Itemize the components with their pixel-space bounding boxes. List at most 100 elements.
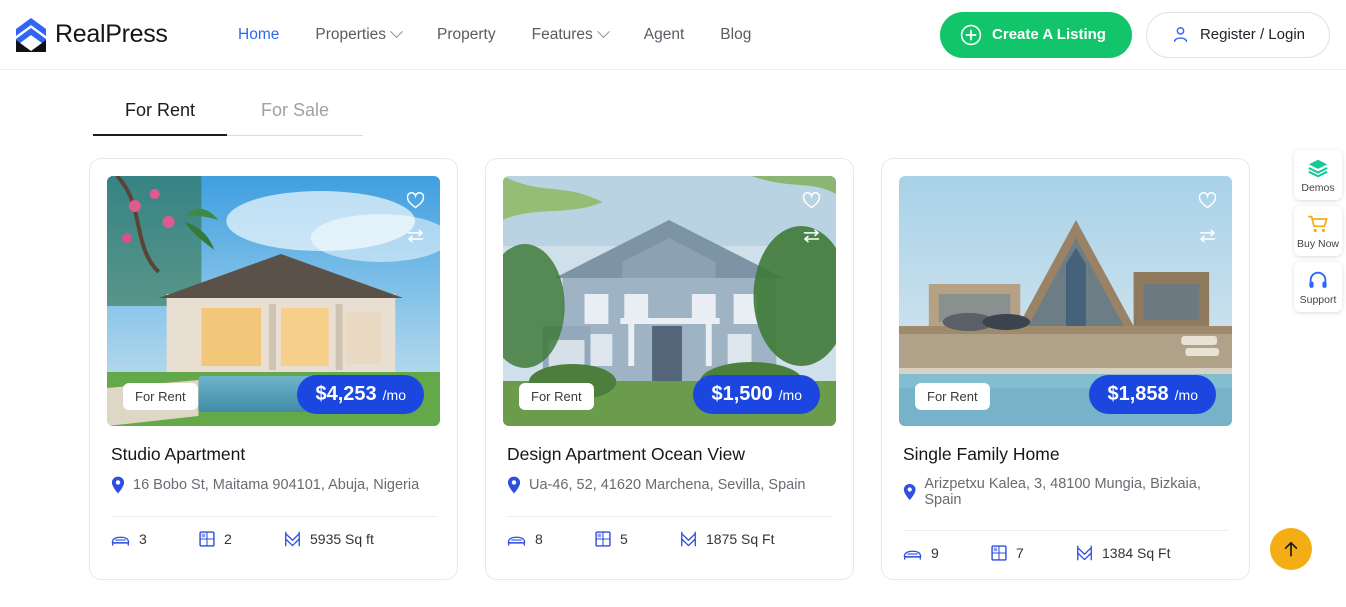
listing-address-text: Arizpetxu Kalea, 3, 48100 Mungia, Bizkai… (924, 476, 1201, 508)
listing-specs: 8 5 1875 Sq Ft (507, 516, 832, 565)
bath-window-icon (595, 531, 611, 547)
brand-logo-link[interactable]: RealPress (14, 16, 224, 54)
listing-image[interactable]: For Rent $1,858 /mo (899, 176, 1232, 426)
price-badge: $1,500 /mo (693, 375, 820, 414)
site-header: RealPress Home Properties Property Featu… (0, 0, 1346, 70)
spec-beds: 8 (507, 531, 595, 547)
compare-arrows-icon[interactable] (405, 225, 426, 246)
listing-card[interactable]: For Rent $1,858 /mo Single Family Home A… (881, 158, 1250, 580)
side-widget-support[interactable]: Support (1294, 262, 1342, 312)
create-listing-button[interactable]: Create A Listing (940, 11, 1132, 58)
spec-area-value: 5935 Sq ft (310, 531, 374, 547)
nav-item-blog[interactable]: Blog (720, 26, 751, 44)
listing-card[interactable]: For Rent $4,253 /mo Studio Apartment 16 … (89, 158, 458, 580)
status-badge: For Rent (519, 383, 594, 410)
listing-type-tabs: For Rent For Sale (93, 100, 363, 136)
area-size-icon (1077, 545, 1092, 561)
listing-body: Design Apartment Ocean View Ua-46, 52, 4… (503, 426, 836, 565)
listing-media-actions (801, 190, 822, 246)
listing-address: Ua-46, 52, 41620 Marchena, Sevilla, Spai… (507, 476, 832, 494)
shopping-cart-icon (1307, 215, 1328, 233)
tab-label: For Sale (260, 100, 330, 120)
spec-baths: 2 (199, 531, 284, 547)
listing-specs: 9 7 1384 Sq Ft (903, 530, 1228, 579)
price-amount: $1,500 (711, 383, 773, 405)
listing-media-actions (405, 190, 426, 246)
price-amount: $1,858 (1107, 383, 1169, 405)
bed-icon (111, 536, 130, 546)
listing-media-actions (1197, 190, 1218, 246)
tab-for-sale[interactable]: For Sale (227, 100, 363, 135)
status-badge: For Rent (915, 383, 990, 410)
nav-label: Properties (315, 25, 387, 43)
side-widget-demos[interactable]: Demos (1294, 150, 1342, 200)
spec-area-value: 1875 Sq Ft (706, 531, 775, 547)
nav-item-properties[interactable]: Properties (315, 25, 403, 44)
area-size-icon (681, 531, 696, 547)
chevron-down-icon (390, 25, 403, 39)
spec-beds-value: 9 (931, 545, 939, 561)
nav-label: Features (531, 25, 593, 43)
tab-for-rent[interactable]: For Rent (93, 100, 227, 136)
spec-area: 1384 Sq Ft (1076, 545, 1171, 561)
side-widget-buy-now[interactable]: Buy Now (1294, 206, 1342, 256)
side-widget-label: Demos (1301, 182, 1335, 194)
heart-icon[interactable] (801, 190, 822, 211)
listing-title[interactable]: Design Apartment Ocean View (507, 444, 832, 465)
spec-beds-value: 8 (535, 531, 543, 547)
price-badge: $4,253 /mo (297, 375, 424, 414)
scroll-to-top-button[interactable] (1270, 528, 1312, 570)
nav-item-property[interactable]: Property (437, 26, 496, 44)
listing-image[interactable]: For Rent $1,500 /mo (503, 176, 836, 426)
spec-baths-value: 5 (620, 531, 628, 547)
price-unit: /mo (778, 387, 802, 403)
listing-image[interactable]: For Rent $4,253 /mo (107, 176, 440, 426)
listing-address-text: Ua-46, 52, 41620 Marchena, Sevilla, Spai… (529, 477, 806, 493)
status-badge: For Rent (123, 383, 198, 410)
map-pin-icon (507, 476, 521, 494)
spec-area: 1875 Sq Ft (680, 531, 775, 547)
area-size-icon (285, 531, 300, 547)
spec-baths: 7 (991, 545, 1076, 561)
nav-label: Blog (720, 25, 752, 43)
user-icon (1173, 27, 1188, 43)
register-login-button[interactable]: Register / Login (1145, 11, 1330, 58)
listing-address: 16 Bobo St, Maitama 904101, Abuja, Niger… (111, 476, 436, 494)
price-unit: /mo (382, 387, 406, 403)
spec-area: 5935 Sq ft (284, 531, 374, 547)
layers-icon (1308, 159, 1328, 178)
listing-body: Single Family Home Arizpetxu Kalea, 3, 4… (899, 426, 1232, 579)
nav-label: Property (437, 25, 496, 43)
heart-icon[interactable] (1197, 190, 1218, 211)
chevron-down-icon (596, 25, 610, 39)
price-unit: /mo (1174, 387, 1198, 403)
listing-card[interactable]: For Rent $1,500 /mo Design Apartment Oce… (485, 158, 854, 580)
listing-card-grid: For Rent $4,253 /mo Studio Apartment 16 … (0, 158, 1346, 580)
compare-arrows-icon[interactable] (1197, 225, 1218, 246)
map-pin-icon (903, 483, 916, 501)
header-actions: Create A Listing Register / Login (940, 11, 1330, 58)
nav-item-features[interactable]: Features (531, 25, 610, 44)
spec-baths-value: 2 (224, 531, 232, 547)
chevron-stack-logo-icon (16, 17, 46, 52)
side-widget-panel: Demos Buy Now Support (1294, 150, 1342, 312)
tab-label: For Rent (124, 100, 196, 120)
spec-baths-value: 7 (1016, 545, 1024, 561)
bed-icon (507, 536, 526, 546)
compare-arrows-icon[interactable] (801, 225, 822, 246)
side-widget-label: Buy Now (1296, 238, 1339, 250)
nav-item-home[interactable]: Home (238, 26, 279, 44)
heart-icon[interactable] (405, 190, 426, 211)
nav-item-agent[interactable]: Agent (644, 26, 685, 44)
listing-title[interactable]: Studio Apartment (111, 444, 436, 465)
spec-beds: 3 (111, 531, 199, 547)
create-listing-label: Create A Listing (992, 26, 1106, 43)
listing-address: Arizpetxu Kalea, 3, 48100 Mungia, Bizkai… (903, 476, 1228, 508)
spec-beds-value: 3 (139, 531, 147, 547)
brand-name: RealPress (55, 20, 168, 48)
listing-title[interactable]: Single Family Home (903, 444, 1228, 465)
headset-icon (1309, 271, 1327, 288)
listing-address-text: 16 Bobo St, Maitama 904101, Abuja, Niger… (133, 477, 420, 493)
nav-label: Agent (643, 25, 685, 43)
price-badge: $1,858 /mo (1089, 375, 1216, 414)
